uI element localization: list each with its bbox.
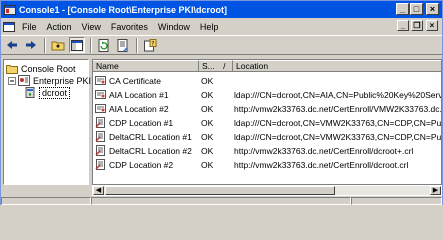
refresh-button[interactable] [96, 37, 112, 53]
tree-node-dcroot[interactable]: dcroot [24, 86, 71, 99]
column-header-status[interactable]: S... / [199, 60, 233, 72]
column-header-location-label: Location [236, 61, 269, 71]
close-button[interactable]: × [426, 3, 439, 15]
row-status: OK [201, 90, 214, 100]
crl-icon [95, 159, 105, 170]
menu-file[interactable]: File [17, 22, 42, 32]
menu-view[interactable]: View [77, 22, 106, 32]
list-row[interactable]: CA Certificate OK [93, 75, 441, 87]
refresh-icon [98, 38, 109, 52]
row-name: CDP Location #1 [109, 118, 174, 128]
horizontal-scrollbar[interactable]: ◀ ▶ [92, 185, 442, 196]
toolbar-separator [136, 37, 138, 53]
row-name: CA Certificate [109, 76, 161, 86]
maximize-button[interactable]: □ [410, 3, 423, 15]
up-level-button[interactable] [50, 37, 66, 53]
back-arrow-icon [7, 41, 17, 49]
row-location: http://vmw2k33763.dc.net/CertEnroll/dcro… [234, 160, 409, 170]
column-header-location[interactable]: Location [233, 60, 441, 72]
menu-bar: File Action View Favorites Window Help [1, 19, 442, 34]
toolbar: ? [1, 35, 442, 55]
svg-text:?: ? [151, 40, 154, 47]
list-row[interactable]: AIA Location #1 OK ldap:///CN=dcroot,CN=… [93, 89, 442, 101]
row-name: CDP Location #2 [109, 160, 174, 170]
folder-icon [6, 64, 18, 74]
certificate-icon [95, 90, 106, 99]
list-row[interactable]: CDP Location #2 OK http://vmw2k33763.dc.… [93, 159, 441, 171]
scroll-thumb[interactable] [105, 186, 335, 195]
certificate-icon [95, 76, 106, 85]
column-header-name[interactable]: Name [93, 60, 199, 72]
row-name: DeltaCRL Location #1 [109, 132, 192, 142]
row-location: http://vmw2k33763.dc.net/CertEnroll/VMW2… [234, 104, 442, 114]
menu-action[interactable]: Action [42, 22, 77, 32]
menu-favorites[interactable]: Favorites [106, 22, 153, 32]
status-segment [1, 197, 91, 205]
row-status: OK [201, 104, 214, 114]
status-segment [351, 197, 442, 205]
mdi-restore-button[interactable]: ❐ [411, 20, 423, 31]
export-list-icon [117, 38, 128, 52]
toolbar-separator [44, 37, 46, 53]
minimize-button[interactable]: _ [396, 3, 409, 15]
toolbar-separator [90, 37, 92, 53]
row-status: OK [201, 160, 214, 170]
tree-label-console-root: Console Root [21, 63, 76, 74]
mmc-app-icon [4, 4, 16, 15]
column-header-status-label: S... [202, 61, 215, 71]
mdi-close-button[interactable]: × [426, 20, 438, 31]
row-status: OK [201, 146, 214, 156]
crl-icon [95, 131, 105, 142]
row-location: http://vmw2k33763.dc.net/CertEnroll/dcro… [234, 146, 414, 156]
results-list-pane[interactable]: Name S... / Location CA Certificate OK A… [92, 59, 442, 185]
export-list-button[interactable] [115, 37, 131, 53]
row-status: OK [201, 118, 214, 128]
tree-label-enterprise-pki: Enterprise PKI [33, 75, 92, 86]
help-button[interactable]: ? [142, 37, 158, 53]
list-row[interactable]: CDP Location #1 OK ldap:///CN=dcroot,CN=… [93, 117, 442, 129]
crl-icon [95, 145, 105, 156]
list-row[interactable]: DeltaCRL Location #1 OK ldap:///CN=dcroo… [93, 131, 442, 143]
sort-indicator: / [223, 61, 226, 71]
up-folder-icon [51, 41, 65, 51]
row-status: OK [201, 76, 214, 86]
mdi-minimize-button[interactable]: _ [397, 20, 409, 31]
console-window: Console1 - [Console Root\Enterprise PKI\… [0, 0, 443, 205]
column-header-name-label: Name [96, 61, 119, 71]
show-hide-tree-button[interactable] [69, 37, 85, 53]
tree-label-dcroot: dcroot [39, 86, 71, 99]
help-icon: ? [143, 38, 156, 51]
console-tree-icon [71, 39, 83, 51]
status-bar [1, 197, 442, 205]
enterprise-pki-icon [18, 75, 30, 86]
row-location: ldap:///CN=dcroot,CN=AIA,CN=Public%20Key… [234, 90, 442, 100]
crl-icon [95, 117, 105, 128]
menu-help[interactable]: Help [195, 22, 224, 32]
row-name: AIA Location #2 [109, 104, 169, 114]
certificate-icon [95, 104, 106, 113]
collapse-icon[interactable] [8, 76, 16, 85]
back-button[interactable] [4, 37, 20, 53]
row-name: DeltaCRL Location #2 [109, 146, 192, 156]
list-row[interactable]: AIA Location #2 OK http://vmw2k33763.dc.… [93, 103, 442, 115]
row-location: ldap:///CN=dcroot,CN=VMW2K33763,CN=CDP,C… [234, 132, 442, 142]
forward-button[interactable] [23, 37, 39, 53]
menu-window[interactable]: Window [153, 22, 195, 32]
mdi-child-icon[interactable] [3, 21, 15, 33]
row-status: OK [201, 132, 214, 142]
scroll-right-button[interactable]: ▶ [430, 186, 441, 195]
scroll-left-button[interactable]: ◀ [93, 186, 104, 195]
row-location: ldap:///CN=dcroot,CN=VMW2K33763,CN=CDP,C… [234, 118, 442, 128]
status-segment [91, 197, 351, 205]
list-row[interactable]: DeltaCRL Location #2 OK http://vmw2k3376… [93, 145, 441, 157]
window-title: Console1 - [Console Root\Enterprise PKI\… [19, 4, 228, 15]
title-bar[interactable]: Console1 - [Console Root\Enterprise PKI\… [1, 1, 442, 18]
forward-arrow-icon [26, 41, 36, 49]
console-tree-pane[interactable]: Console Root Enterprise PKI dcroot [3, 59, 92, 185]
row-name: AIA Location #1 [109, 90, 169, 100]
ca-server-icon [25, 87, 35, 98]
